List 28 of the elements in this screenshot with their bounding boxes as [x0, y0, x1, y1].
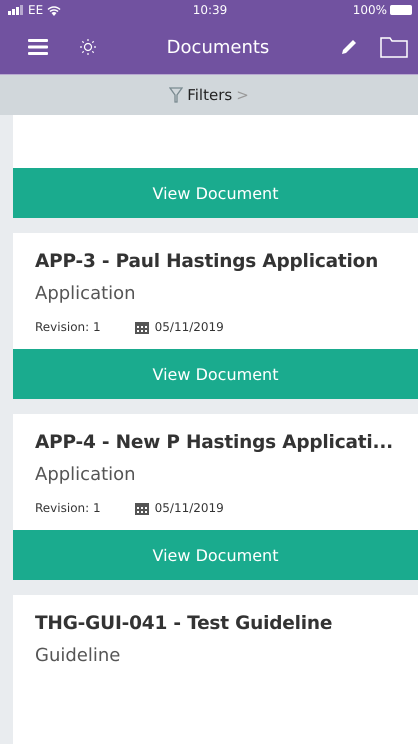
filters-link[interactable]: Filters [187, 86, 232, 104]
signal-icon [8, 5, 24, 15]
chevron-icon[interactable]: > [236, 86, 249, 104]
document-title: APP-4 - New P Hastings Applicati... [35, 431, 394, 455]
menu-icon[interactable] [28, 39, 48, 55]
battery-percent: 100% [352, 3, 387, 17]
battery-icon [390, 5, 412, 15]
view-document-button[interactable]: View Document [13, 349, 418, 399]
carrier-label: EE [28, 3, 44, 17]
calendar-icon [134, 320, 149, 334]
document-title: APP-3 - Paul Hastings Application [35, 250, 380, 274]
wifi-icon [47, 4, 62, 16]
document-type: Application [35, 463, 137, 487]
document-type: Guideline [35, 644, 122, 668]
folder-icon[interactable] [380, 36, 408, 58]
document-title: THG-GUI-041 - Test Guideline [35, 612, 334, 636]
revision-label: Revision: 1 [35, 319, 101, 336]
revision-label: Revision: 1 [35, 500, 101, 517]
sun-icon[interactable] [80, 39, 96, 55]
view-document-button[interactable]: View Document [13, 530, 418, 580]
view-document-button[interactable]: View Document [13, 168, 418, 218]
document-date: 05/11/2019 [154, 319, 224, 336]
document-type: Application [35, 282, 137, 306]
screen-title: Documents [166, 36, 270, 58]
clock-time: 10:39 [192, 3, 228, 17]
calendar-icon [134, 502, 149, 514]
pencil-icon[interactable] [340, 38, 358, 56]
document-date: 05/11/2019 [154, 500, 224, 517]
